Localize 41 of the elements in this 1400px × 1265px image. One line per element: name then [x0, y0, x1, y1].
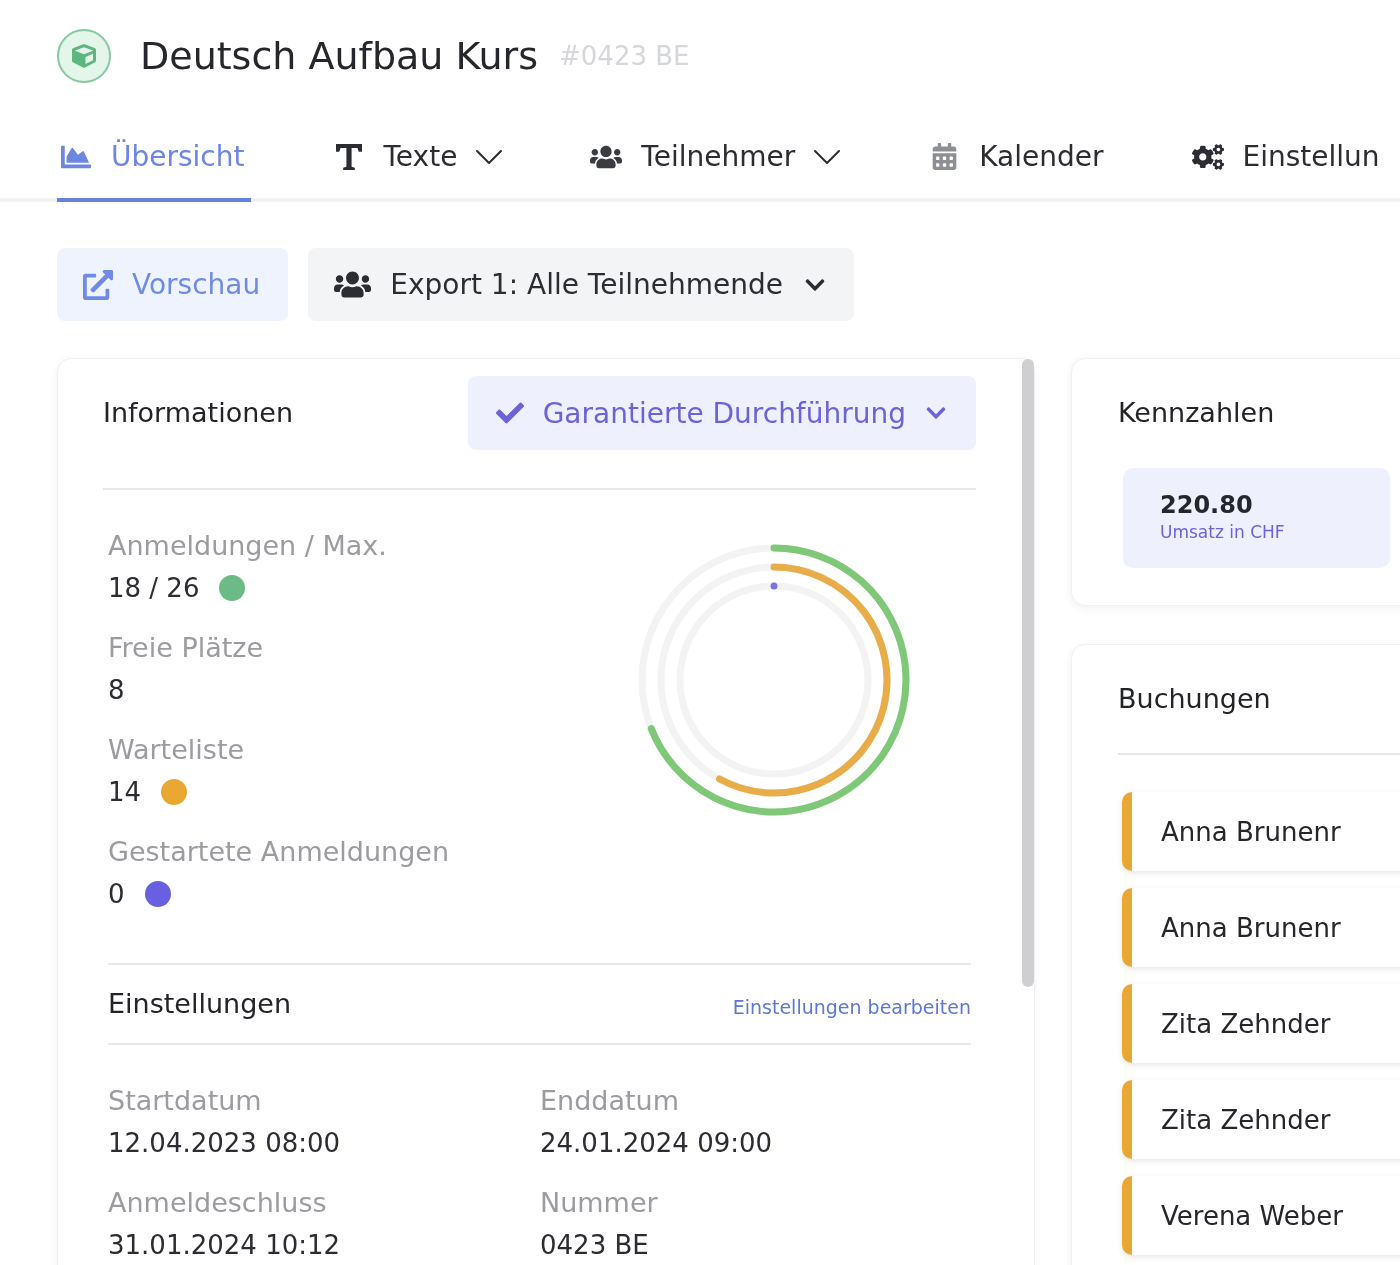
section-title: Einstellungen	[108, 987, 292, 1021]
tab[interactable]: Kalender	[925, 115, 1110, 202]
calendar-icon	[930, 143, 958, 170]
tab[interactable]: Teilnehmer	[587, 115, 847, 202]
external-link-icon	[83, 269, 113, 300]
field-label: Enddatum	[540, 1084, 680, 1118]
stat-value: 0	[108, 878, 125, 911]
export-dropdown[interactable]: Export 1: Alle Teilnehmende	[308, 248, 854, 321]
tab[interactable]: Texte	[329, 115, 509, 202]
stat-value: 8	[108, 674, 125, 707]
scrollbar-thumb[interactable]	[1022, 359, 1034, 987]
field-value: 12.04.2023 08:00	[108, 1127, 342, 1160]
stat-label: Anmeldungen / Max.	[108, 529, 388, 563]
course-title: Deutsch Aufbau Kurs	[140, 33, 539, 80]
metric-label: Umsatz in CHF	[1160, 521, 1286, 544]
field-label: Nummer	[540, 1186, 659, 1220]
card-title: Informationen	[103, 396, 293, 430]
field-value: 0423 BE	[540, 1229, 650, 1262]
ring-dot	[770, 582, 778, 590]
edit-settings-link[interactable]: Einstellungen bearbeiten	[732, 996, 971, 1018]
stat-label: Freie Plätze	[108, 631, 265, 665]
stat-label: Warteliste	[108, 733, 246, 767]
stat-value: 18 / 26	[108, 572, 200, 605]
tab[interactable]: Einstellun	[1188, 115, 1386, 202]
card-title: Kennzahlen	[1118, 396, 1276, 430]
field-label: Anmeldeschluss	[108, 1186, 328, 1220]
stat-value: 14	[108, 776, 142, 809]
field-value: 24.01.2024 09:00	[540, 1127, 774, 1160]
field-label: Startdatum	[108, 1084, 263, 1118]
status-dropdown[interactable]: Garantierte Durchführung	[467, 376, 976, 450]
field-value: 31.01.2024 10:12	[108, 1229, 342, 1262]
booking-item[interactable]: Verena Weber	[1122, 1176, 1400, 1255]
metric-value: 220.80	[1160, 490, 1254, 520]
card-title: Buchungen	[1118, 682, 1272, 716]
booking-item[interactable]: Zita Zehnder	[1122, 984, 1400, 1063]
booking-item[interactable]: Zita Zehnder	[1122, 1080, 1400, 1159]
booking-item[interactable]: Anna Brunenr	[1122, 792, 1400, 871]
stat-label: Gestartete Anmeldungen	[108, 835, 450, 869]
letter-t-icon	[335, 143, 362, 170]
booking-item[interactable]: Anna Brunenr	[1122, 888, 1400, 967]
cube-icon	[57, 29, 111, 83]
